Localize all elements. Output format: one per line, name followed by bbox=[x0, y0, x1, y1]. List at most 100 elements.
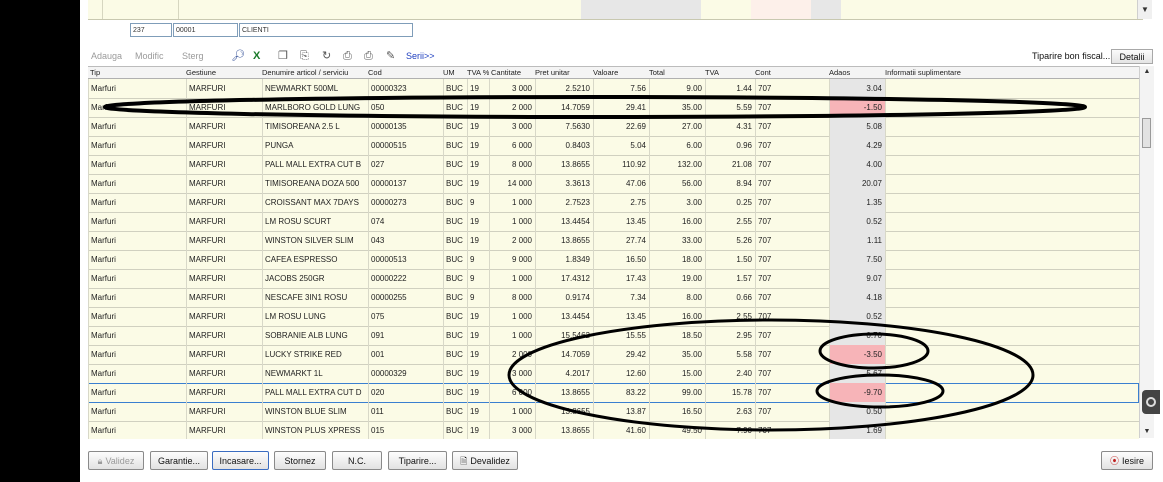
cell-cont[interactable]: 707 bbox=[755, 117, 829, 136]
cell-cod[interactable]: 00000273 bbox=[368, 193, 443, 212]
cell-cod[interactable]: 00000137 bbox=[368, 174, 443, 193]
validate-button[interactable]: 🔒︎ Validez bbox=[88, 451, 144, 470]
cell-valoare[interactable]: 7.34 bbox=[593, 288, 649, 307]
cell-total[interactable]: 49.50 bbox=[649, 421, 705, 439]
cell-gestiune[interactable]: MARFURI bbox=[186, 364, 262, 383]
cell-cont[interactable]: 707 bbox=[755, 193, 829, 212]
cell-cantitate[interactable]: 2 000 bbox=[489, 231, 535, 250]
cell-um[interactable]: BUC bbox=[443, 155, 467, 174]
cell-info[interactable] bbox=[885, 193, 1139, 212]
cell-cod[interactable]: 091 bbox=[368, 326, 443, 345]
cell-tva[interactable]: 1.50 bbox=[705, 250, 755, 269]
cell-tva[interactable]: 2.40 bbox=[705, 364, 755, 383]
cell-gestiune[interactable]: MARFURI bbox=[186, 421, 262, 439]
table-row[interactable]: Marfuri MARFURI WINSTON BLUE SLIM 011 BUC 19 1… bbox=[88, 402, 1139, 422]
cell-adaos[interactable]: -9.70 bbox=[829, 383, 885, 402]
cell-tip[interactable]: Marfuri bbox=[88, 212, 186, 231]
header-cont[interactable]: Cont bbox=[755, 67, 829, 78]
cell-tip[interactable]: Marfuri bbox=[88, 98, 186, 117]
cell-info[interactable] bbox=[885, 79, 1139, 98]
cell-cantitate[interactable]: 1 000 bbox=[489, 212, 535, 231]
header-tva[interactable]: TVA bbox=[705, 67, 755, 78]
cell-tip[interactable]: Marfuri bbox=[88, 193, 186, 212]
cell-adaos[interactable]: -3.50 bbox=[829, 345, 885, 364]
cell-tva[interactable]: 5.59 bbox=[705, 98, 755, 117]
cell-pret-unitar[interactable]: 1.8349 bbox=[535, 250, 593, 269]
cell-gestiune[interactable]: MARFURI bbox=[186, 269, 262, 288]
cell-tva[interactable]: 15.78 bbox=[705, 383, 755, 402]
cell-valoare[interactable]: 5.04 bbox=[593, 136, 649, 155]
cell-tip[interactable]: Marfuri bbox=[88, 174, 186, 193]
cash-in-button[interactable]: Incasare... bbox=[212, 451, 269, 470]
cell-info[interactable] bbox=[885, 345, 1139, 364]
table-row[interactable]: Marfuri MARFURI LM ROSU SCURT 074 BUC 19 1 000… bbox=[88, 212, 1139, 232]
cell-pret-unitar[interactable]: 13.8655 bbox=[535, 231, 593, 250]
add-button[interactable]: Adauga bbox=[91, 51, 122, 61]
cell-valoare[interactable]: 7.56 bbox=[593, 79, 649, 98]
cell-denumire[interactable]: CROISSANT MAX 7DAYS bbox=[262, 193, 368, 212]
modify-button[interactable]: Modific bbox=[135, 51, 164, 61]
cell-valoare[interactable]: 13.45 bbox=[593, 307, 649, 326]
copy-icon[interactable]: ❐ bbox=[278, 49, 288, 63]
cell-cont[interactable]: 707 bbox=[755, 383, 829, 402]
cell-cod[interactable]: 027 bbox=[368, 155, 443, 174]
cell-cod[interactable]: 015 bbox=[368, 421, 443, 439]
cell-adaos[interactable]: 1.11 bbox=[829, 231, 885, 250]
cell-pret-unitar[interactable]: 13.4454 bbox=[535, 307, 593, 326]
cell-pret-unitar[interactable]: 0.9174 bbox=[535, 288, 593, 307]
cell-denumire[interactable]: SOBRANIE ALB LUNG bbox=[262, 326, 368, 345]
cell-denumire[interactable]: PUNGA bbox=[262, 136, 368, 155]
cell-tip[interactable]: Marfuri bbox=[88, 79, 186, 98]
cell-pret-unitar[interactable]: 13.8655 bbox=[535, 383, 593, 402]
table-row[interactable]: Marfuri MARFURI PUNGA 00000515 BUC 19 6 000 0.8… bbox=[88, 136, 1139, 156]
cell-pret-unitar[interactable]: 13.4454 bbox=[535, 212, 593, 231]
cell-gestiune[interactable]: MARFURI bbox=[186, 79, 262, 98]
cell-cont[interactable]: 707 bbox=[755, 250, 829, 269]
table-row[interactable]: Marfuri MARFURI CROISSANT MAX 7DAYS 0000027… bbox=[88, 193, 1139, 213]
cell-info[interactable] bbox=[885, 174, 1139, 193]
cell-um[interactable]: BUC bbox=[443, 250, 467, 269]
cell-um[interactable]: BUC bbox=[443, 288, 467, 307]
cell-cod[interactable]: 00000323 bbox=[368, 79, 443, 98]
cell-info[interactable] bbox=[885, 421, 1139, 439]
cell-info[interactable] bbox=[885, 402, 1139, 421]
cell-cantitate[interactable]: 1 000 bbox=[489, 326, 535, 345]
header-denumire[interactable]: Denumire articol / serviciu bbox=[262, 67, 368, 78]
exit-button[interactable]: ⦿ Iesire bbox=[1101, 451, 1153, 470]
cell-cont[interactable]: 707 bbox=[755, 231, 829, 250]
cell-tva[interactable]: 21.08 bbox=[705, 155, 755, 174]
cell-tip[interactable]: Marfuri bbox=[88, 421, 186, 439]
cell-adaos[interactable]: 9.07 bbox=[829, 269, 885, 288]
cell-info[interactable] bbox=[885, 212, 1139, 231]
cell-tip[interactable]: Marfuri bbox=[88, 402, 186, 421]
cell-gestiune[interactable]: MARFURI bbox=[186, 326, 262, 345]
cell-total[interactable]: 9.00 bbox=[649, 79, 705, 98]
cell-gestiune[interactable]: MARFURI bbox=[186, 136, 262, 155]
nc-button[interactable]: N.C. bbox=[332, 451, 382, 470]
scroll-thumb[interactable] bbox=[1142, 118, 1151, 148]
cell-um[interactable]: BUC bbox=[443, 345, 467, 364]
cell-valoare[interactable]: 29.42 bbox=[593, 345, 649, 364]
header-gestiune[interactable]: Gestiune bbox=[186, 67, 262, 78]
cell-cod[interactable]: 00000329 bbox=[368, 364, 443, 383]
cell-tva-rate[interactable]: 19 bbox=[467, 421, 489, 439]
cell-denumire[interactable]: LUCKY STRIKE RED bbox=[262, 345, 368, 364]
cell-cont[interactable]: 707 bbox=[755, 402, 829, 421]
table-row[interactable]: ▶MarfuriMARFURIPALL MALL EXTRA CUT D020B… bbox=[88, 383, 1139, 403]
cell-tip[interactable]: Marfuri bbox=[88, 364, 186, 383]
cell-gestiune[interactable]: MARFURI bbox=[186, 212, 262, 231]
cell-total[interactable]: 19.00 bbox=[649, 269, 705, 288]
cell-gestiune[interactable]: MARFURI bbox=[186, 117, 262, 136]
cell-adaos[interactable]: 4.00 bbox=[829, 155, 885, 174]
cell-tva-rate[interactable]: 19 bbox=[467, 155, 489, 174]
header-valoare[interactable]: Valoare bbox=[593, 67, 649, 78]
cell-cod[interactable]: 001 bbox=[368, 345, 443, 364]
cell-cantitate[interactable]: 6 000 bbox=[489, 136, 535, 155]
cell-info[interactable] bbox=[885, 155, 1139, 174]
header-tva-rate[interactable]: TVA % bbox=[467, 67, 489, 78]
cell-tva-rate[interactable]: 9 bbox=[467, 288, 489, 307]
cell-cantitate[interactable]: 14 000 bbox=[489, 174, 535, 193]
header-um[interactable]: UM bbox=[443, 67, 467, 78]
guarantee-button[interactable]: Garantie... bbox=[150, 451, 208, 470]
cell-gestiune[interactable]: MARFURI bbox=[186, 383, 262, 402]
